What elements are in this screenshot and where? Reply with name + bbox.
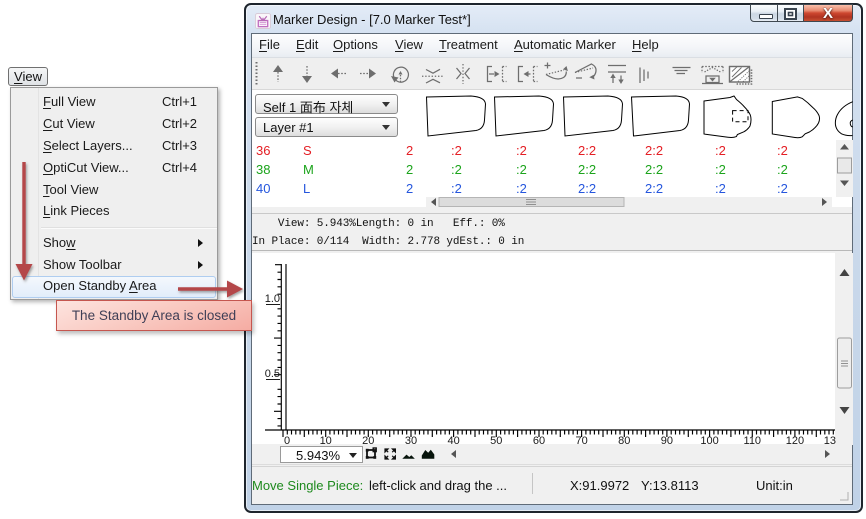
svg-text:0.5: 0.5 [265,368,280,380]
svg-text:1.0: 1.0 [265,293,280,305]
